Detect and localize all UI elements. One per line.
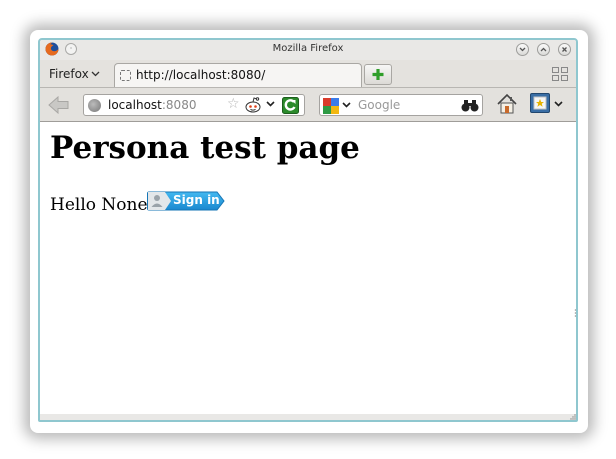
page-title: Persona test page (50, 130, 360, 166)
browser-window: · Mozilla Firefox Firefox http://localho… (38, 38, 578, 422)
dropdown-icon[interactable] (342, 101, 351, 109)
search-placeholder: Google (358, 98, 401, 112)
resize-grip-icon[interactable] (570, 414, 576, 420)
resize-handle-icon[interactable] (574, 308, 576, 318)
blank-page-icon (120, 70, 131, 81)
tab-grid-icon[interactable] (552, 67, 568, 81)
signin-label: Sign in (173, 193, 220, 207)
new-tab-button[interactable] (364, 64, 392, 85)
close-icon (562, 47, 567, 52)
addon-icon[interactable] (530, 93, 550, 113)
chevron-down-icon (519, 47, 526, 52)
plus-icon (372, 69, 384, 80)
firefox-menu-button[interactable]: Firefox (49, 67, 100, 81)
chevron-up-icon (540, 47, 547, 52)
home-icon[interactable] (496, 93, 518, 115)
star-badge-icon (533, 96, 547, 110)
search-bar[interactable]: Google (319, 94, 483, 116)
google-engine-icon[interactable] (323, 98, 339, 114)
dropdown-icon[interactable] (266, 100, 275, 108)
persona-signin-button[interactable]: Sign in (147, 191, 225, 211)
close-button[interactable] (558, 43, 571, 56)
title-bar[interactable]: · Mozilla Firefox (40, 40, 576, 60)
status-bar (40, 414, 576, 420)
binoculars-icon[interactable] (461, 99, 479, 112)
url-host: localhost (108, 98, 162, 112)
tab-title: http://localhost:8080/ (136, 68, 266, 82)
navigation-toolbar: localhost:8080 ☆ Google (40, 88, 576, 122)
firefox-menu-label: Firefox (49, 67, 89, 81)
url-text[interactable]: localhost:8080 (108, 98, 196, 112)
dropdown-icon[interactable] (554, 100, 563, 108)
tab-bar: Firefox http://localhost:8080/ (40, 60, 576, 88)
reload-icon[interactable] (282, 97, 299, 114)
bookmark-star-icon[interactable]: ☆ (227, 96, 240, 112)
site-identity-icon[interactable] (88, 99, 101, 112)
minimize-button[interactable] (516, 43, 529, 56)
url-bar[interactable]: localhost:8080 ☆ (83, 94, 305, 116)
url-port: :8080 (161, 98, 197, 112)
maximize-button[interactable] (537, 43, 550, 56)
window-title: Mozilla Firefox (272, 43, 344, 54)
page-content[interactable]: Persona test page Hello None Sign in (40, 122, 576, 414)
greeting-text: Hello None (50, 195, 148, 215)
reddit-alien-icon[interactable] (244, 97, 262, 113)
back-arrow-icon[interactable] (48, 96, 70, 114)
tab-localhost[interactable]: http://localhost:8080/ (114, 63, 362, 87)
chevron-down-icon (91, 71, 100, 77)
